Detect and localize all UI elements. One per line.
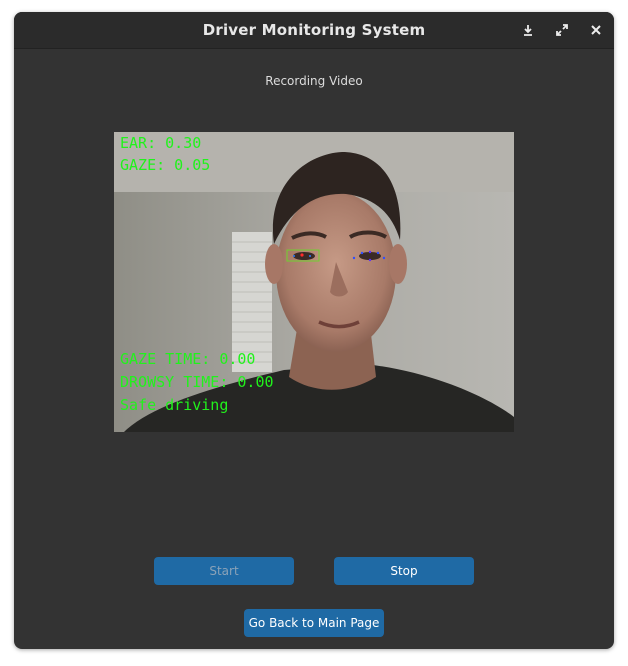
back-to-main-button[interactable]: Go Back to Main Page — [244, 609, 384, 637]
close-x-icon — [591, 25, 601, 35]
drowsy-time-readout: DROWSY TIME: 0.00 — [120, 373, 274, 391]
gaze-readout: GAZE: 0.05 — [120, 156, 211, 174]
app-window: Driver Monitoring System Recording Video — [14, 12, 614, 649]
maximize-button[interactable] — [550, 18, 574, 42]
page-subtitle: Recording Video — [265, 74, 363, 88]
close-button[interactable] — [584, 18, 608, 42]
ear-readout: EAR: 0.30 — [120, 134, 202, 152]
stop-button[interactable]: Stop — [334, 557, 474, 585]
video-feed: EAR: 0.30 GAZE: 0.05 GAZE TIME: 0.00 DRO… — [114, 132, 514, 432]
start-button[interactable]: Start — [154, 557, 294, 585]
title-bar[interactable]: Driver Monitoring System — [14, 12, 614, 49]
expand-arrows-icon — [556, 24, 568, 36]
gaze-time-readout: GAZE TIME: 0.00 — [120, 350, 256, 368]
driving-status-text: Safe driving — [120, 396, 229, 414]
download-arrow-icon — [524, 25, 532, 36]
minimize-button[interactable] — [516, 18, 540, 42]
